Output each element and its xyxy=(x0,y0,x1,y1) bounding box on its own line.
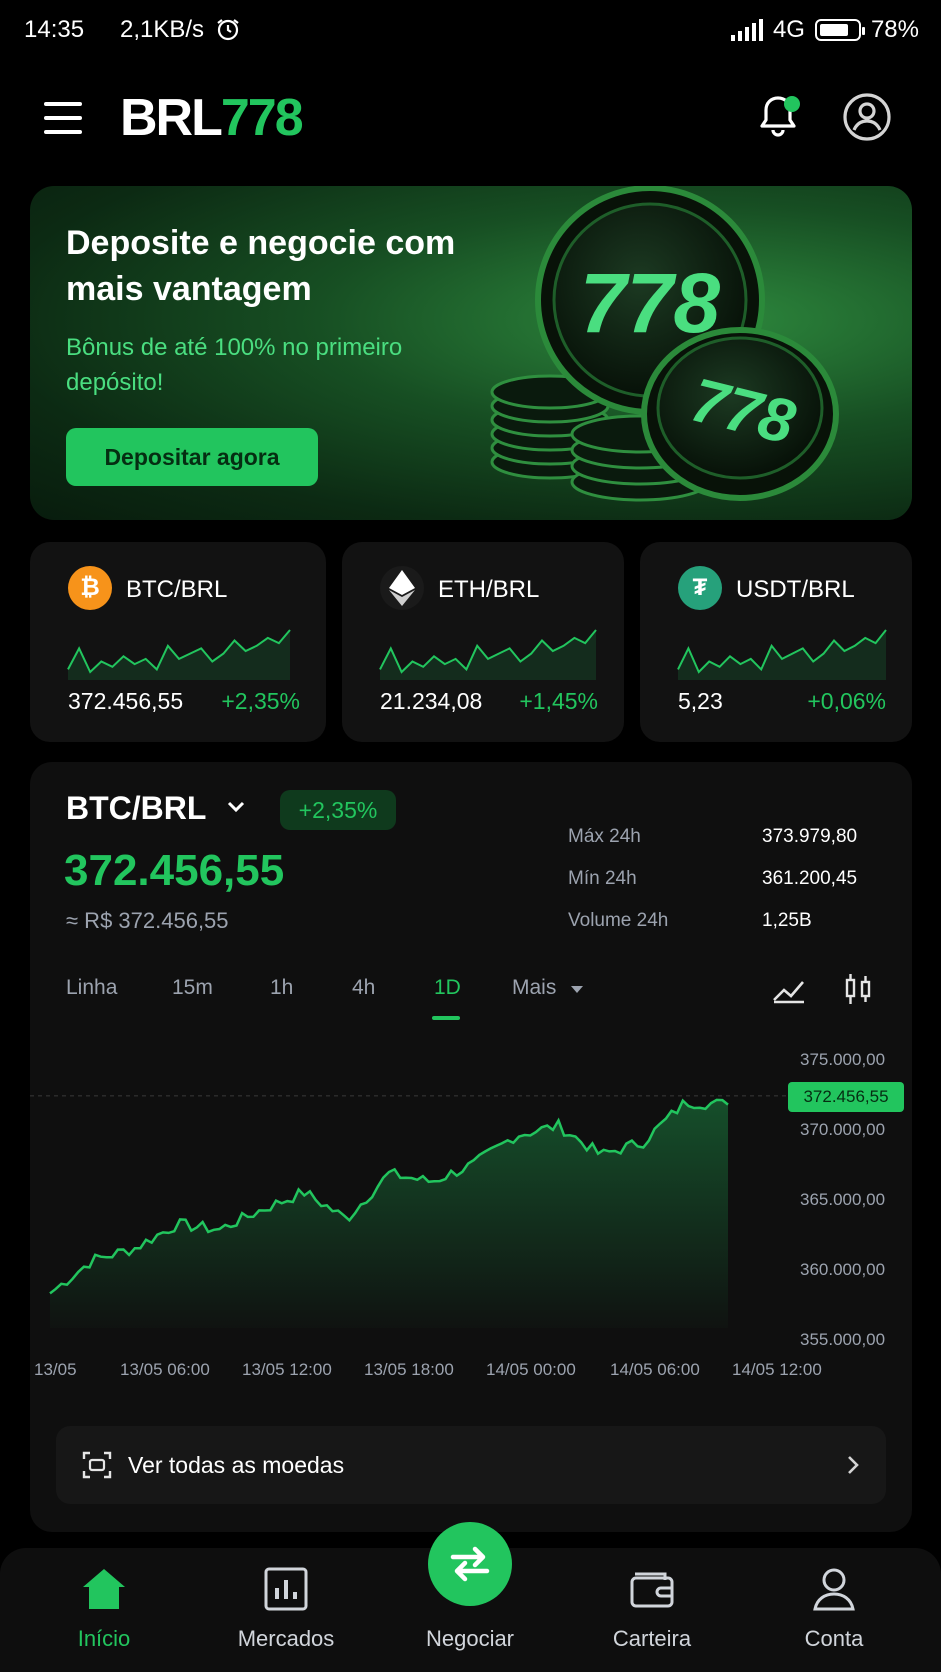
menu-icon[interactable] xyxy=(44,102,82,134)
status-net-speed: 2,1KB/s xyxy=(120,16,241,44)
ticker-change: +1,45% xyxy=(519,688,598,714)
line-chart-icon[interactable] xyxy=(772,976,806,1004)
y-tick: 375.000,00 xyxy=(800,1050,886,1069)
pair-selector[interactable]: BTC/BRL xyxy=(66,790,206,827)
x-tick: 14/05 12:00 xyxy=(732,1360,822,1379)
stat-value: 1,25B xyxy=(762,910,812,931)
tab-4h[interactable]: 4h xyxy=(352,976,375,1000)
app-logo: BRL778 xyxy=(120,89,304,147)
sparkline-area xyxy=(380,630,596,680)
chevron-right-icon xyxy=(848,1456,859,1474)
scan-icon xyxy=(82,1451,112,1479)
y-tick: 365.000,00 xyxy=(800,1190,886,1209)
active-tab-indicator xyxy=(432,1016,460,1020)
bitcoin-icon: ₿ xyxy=(68,566,112,610)
x-tick: 13/05 xyxy=(34,1360,77,1379)
y-tick: 355.000,00 xyxy=(800,1330,886,1349)
notification-dot xyxy=(784,96,800,112)
stat-value: 361.200,45 xyxy=(762,868,858,889)
promo-banner[interactable]: Deposite e negocie com mais vantagem Bôn… xyxy=(30,186,912,520)
stat-label: Máx 24h xyxy=(568,826,641,847)
y-tick: 360.000,00 xyxy=(800,1260,886,1279)
current-price: 372.456,55 xyxy=(64,846,285,895)
ticker-pair: ETH/BRL xyxy=(438,576,540,603)
ticker-change: +2,35% xyxy=(221,688,300,714)
change-badge: +2,35% xyxy=(280,790,396,830)
nav-item-conta[interactable]: Conta xyxy=(740,1548,928,1672)
network-type: 4G xyxy=(772,16,805,43)
ticker-pair: USDT/BRL xyxy=(736,576,855,603)
tab-linha[interactable]: Linha xyxy=(66,976,117,1000)
coins-illustration: 778 778 xyxy=(490,186,839,502)
stat-value: 373.979,80 xyxy=(762,826,858,847)
x-tick: 13/05 06:00 xyxy=(120,1360,210,1379)
ethereum-icon xyxy=(380,566,424,610)
ticker-pair: BTC/BRL xyxy=(126,576,228,603)
ticker-change: +0,06% xyxy=(807,688,886,714)
alarm-icon xyxy=(217,19,239,41)
ticker-price: 372.456,55 xyxy=(68,688,184,714)
sparkline xyxy=(379,629,597,680)
tab-1d[interactable]: 1D xyxy=(434,976,461,1000)
nav-label: Carteira xyxy=(612,1626,692,1651)
home-icon xyxy=(83,1569,125,1609)
stat-label: Mín 24h xyxy=(568,868,637,889)
view-all-coins-label: Ver todas as moedas xyxy=(128,1452,345,1478)
banner-bonus: Bônus de até 100% no primeiro depósito! xyxy=(66,334,403,396)
account-icon xyxy=(813,1568,855,1611)
ticker-card-eth[interactable]: ETH/BRL 21.234,08 +1,45% xyxy=(342,542,624,742)
ticker-price: 21.234,08 xyxy=(380,688,483,714)
wallet-icon xyxy=(630,1572,674,1608)
deposit-now-button[interactable]: Depositar agora xyxy=(66,428,318,486)
price-approx: ≈ R$ 372.456,55 xyxy=(66,908,229,933)
chart-area xyxy=(50,1099,728,1328)
tab-more[interactable]: Mais xyxy=(512,976,584,1000)
x-tick: 13/05 18:00 xyxy=(364,1360,454,1379)
current-price-marker: 372.456,55 xyxy=(788,1082,904,1112)
battery-icon xyxy=(814,19,865,41)
chevron-down-icon[interactable] xyxy=(226,800,246,814)
status-bar: 14:35 2,1KB/s 4G 78% xyxy=(0,0,941,62)
nav-item-carteira[interactable]: Carteira xyxy=(558,1548,746,1672)
profile-icon[interactable] xyxy=(842,92,892,142)
x-tick: 13/05 12:00 xyxy=(242,1360,332,1379)
x-tick: 14/05 00:00 xyxy=(486,1360,576,1379)
battery-percent: 78% xyxy=(870,16,919,43)
trade-fab-button[interactable] xyxy=(428,1522,512,1606)
signal-icon xyxy=(730,19,763,41)
candlestick-icon[interactable] xyxy=(844,972,872,1006)
banner-title: Deposite e negocie com mais vantagem xyxy=(66,224,456,308)
nav-label: Mercados xyxy=(237,1626,335,1651)
y-tick: 370.000,00 xyxy=(800,1120,886,1139)
sparkline xyxy=(67,629,291,680)
tab-1h[interactable]: 1h xyxy=(270,976,293,1000)
tab-15m[interactable]: 15m xyxy=(172,976,213,1000)
stat-label: Volume 24h xyxy=(568,910,669,931)
view-all-coins-button[interactable]: Ver todas as moedas xyxy=(56,1426,886,1504)
ticker-price: 5,23 xyxy=(678,688,723,714)
caret-down-icon xyxy=(571,986,584,993)
nav-item-mercados[interactable]: Mercados xyxy=(192,1548,380,1672)
nav-label: Início xyxy=(77,1626,131,1651)
nav-label: Negociar xyxy=(425,1626,515,1651)
price-chart[interactable] xyxy=(30,1040,790,1350)
sparkline-area xyxy=(678,630,886,680)
ticker-card-usdt[interactable]: ₮ USDT/BRL 5,23 +0,06% xyxy=(640,542,912,742)
sparkline-area xyxy=(68,630,290,680)
markets-icon xyxy=(264,1567,308,1611)
nav-item-inicio[interactable]: Início xyxy=(10,1548,198,1672)
x-tick: 14/05 06:00 xyxy=(610,1360,700,1379)
swap-icon xyxy=(450,1546,490,1582)
tether-icon: ₮ xyxy=(678,566,722,610)
ticker-card-btc[interactable]: ₿ BTC/BRL 372.456,55 +2,35% xyxy=(30,542,326,742)
nav-label: Conta xyxy=(804,1626,864,1651)
status-time: 14:35 xyxy=(24,16,85,43)
sparkline xyxy=(677,629,887,680)
